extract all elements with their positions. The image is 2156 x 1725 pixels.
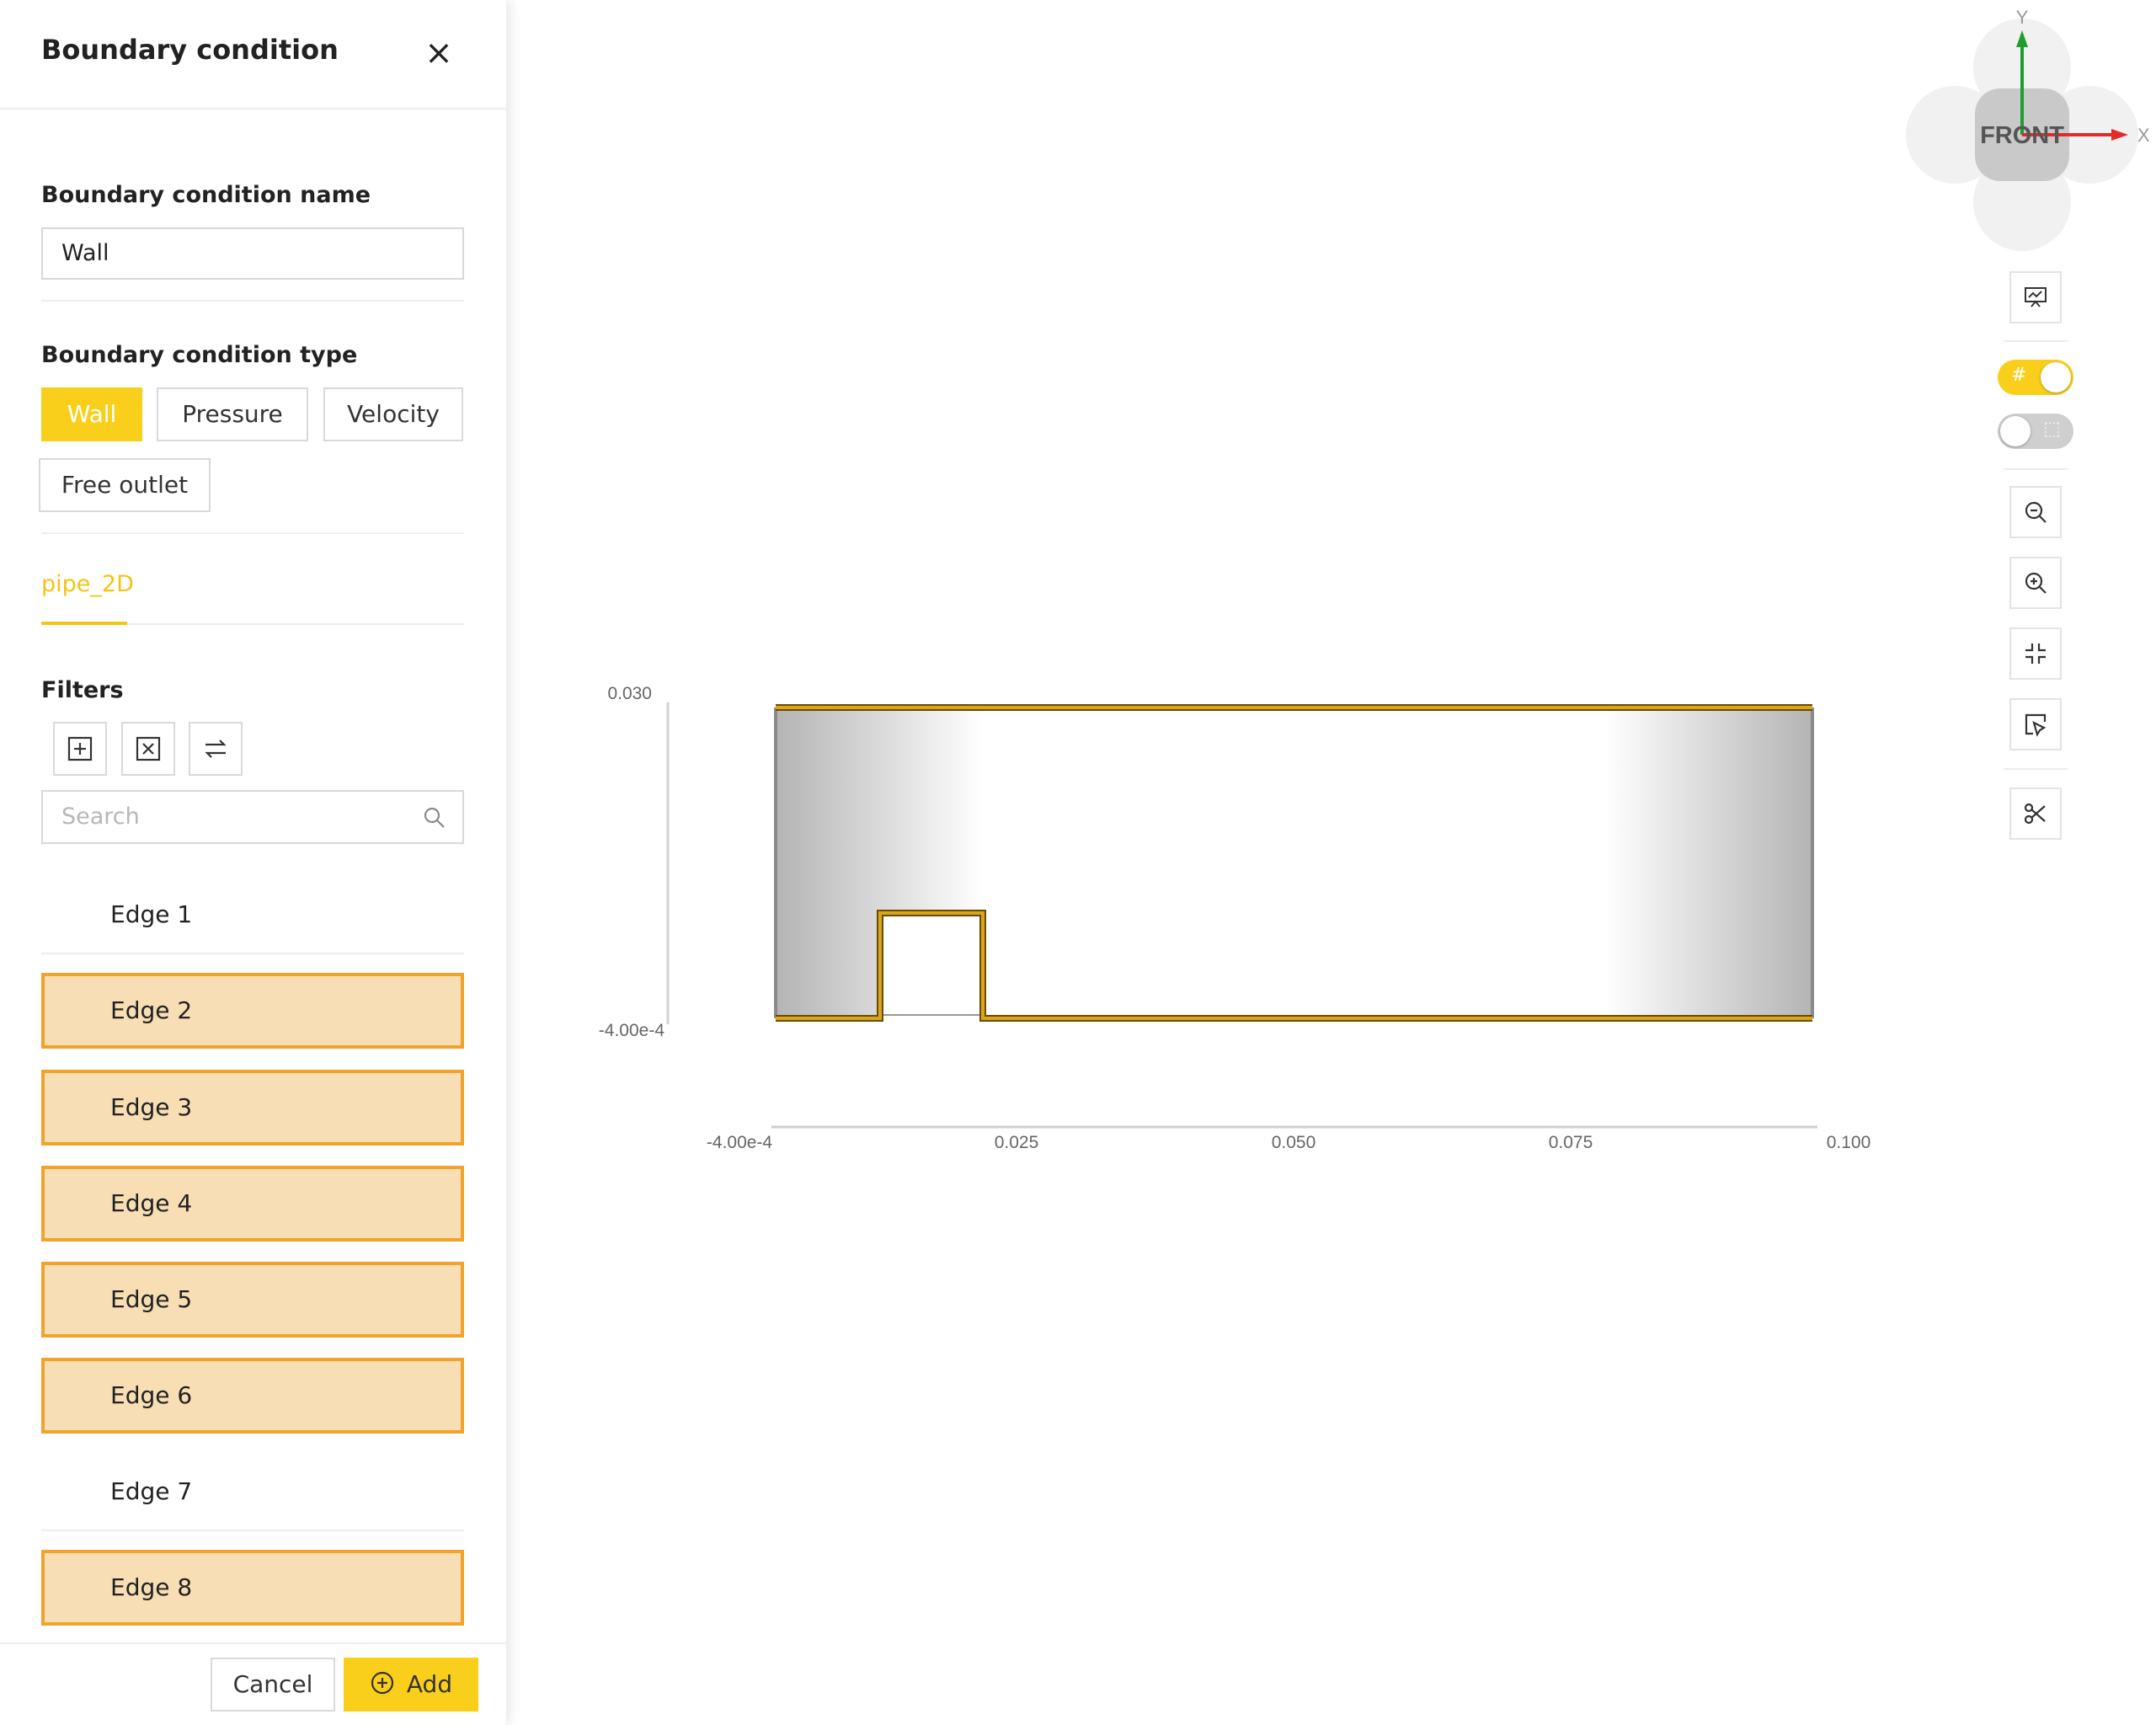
zoom-out-button[interactable] (2009, 486, 2062, 538)
outline-toggle[interactable]: ⬚ (1998, 414, 2073, 449)
close-icon[interactable]: × (421, 35, 456, 71)
view-cube[interactable]: FRONT Y X (1906, 7, 2150, 251)
divider (41, 300, 464, 302)
search-placeholder: Search (61, 804, 140, 830)
plus-circle-icon (371, 1671, 393, 1695)
type-wall-button[interactable]: Wall (41, 387, 142, 441)
edge-item-6[interactable]: Edge 6 (41, 1358, 464, 1434)
zoom-out-icon (2025, 501, 2047, 523)
x-tick-label: 0.025 (995, 1133, 1039, 1152)
footer-divider (0, 1642, 506, 1644)
x-square-icon (136, 736, 161, 761)
type-pressure-button[interactable]: Pressure (157, 387, 308, 441)
y-tick-label: 0.030 (607, 684, 652, 703)
3d-viewport[interactable]: 0.030 -4.00e-4 -4.00e-4 0.025 0.050 0.07… (506, 0, 2156, 1725)
toolbar-separator (2004, 340, 2068, 342)
select-all-button[interactable] (53, 722, 107, 776)
swap-icon (205, 740, 227, 758)
filters-label: Filters (41, 677, 124, 703)
edge-item-7[interactable]: Edge 7 (41, 1455, 464, 1531)
presentation-chart-icon (2025, 287, 2047, 307)
clip-button[interactable] (2009, 788, 2062, 840)
panel-title: Boundary condition (41, 34, 339, 66)
x-tick-label: 0.075 (1549, 1133, 1593, 1152)
type-velocity-button[interactable]: Velocity (323, 387, 463, 441)
zoom-in-icon (2025, 572, 2047, 594)
presentation-button[interactable] (2009, 271, 2062, 323)
y-tick-label: -4.00e-4 (599, 1021, 665, 1040)
boundary-condition-panel: Boundary condition × Boundary condition … (0, 0, 506, 1725)
type-label: Boundary condition type (41, 342, 358, 368)
select-cursor-icon (2025, 713, 2047, 737)
add-label: Add (406, 1670, 453, 1698)
toggle-knob (2000, 416, 2031, 446)
x-tick-label: 0.100 (1827, 1133, 1871, 1152)
x-axis-label: X (2137, 125, 2150, 146)
edge-item-4[interactable]: Edge 4 (41, 1166, 464, 1242)
edge-item-1[interactable]: Edge 1 (41, 879, 464, 954)
zoom-in-button[interactable] (2009, 557, 2062, 609)
grid-icon: # (2011, 365, 2027, 386)
panel-header: Boundary condition × (0, 0, 506, 109)
grid-toggle[interactable]: # (1998, 360, 2073, 395)
toolbar-separator (2004, 468, 2068, 470)
edge-item-3[interactable]: Edge 3 (41, 1070, 464, 1146)
outline-icon: ⬚ (2043, 419, 2061, 440)
search-icon (424, 807, 445, 828)
y-axis-label: Y (2016, 7, 2029, 28)
toolbar-separator (2004, 768, 2068, 770)
collapse-icon (2025, 644, 2046, 664)
name-label: Boundary condition name (41, 182, 371, 208)
x-tick-label: -4.00e-4 (707, 1133, 773, 1152)
tab-pipe-2d[interactable]: pipe_2D (41, 571, 134, 597)
clear-selection-button[interactable] (121, 722, 175, 776)
fit-to-view-button[interactable] (2009, 628, 2062, 680)
invert-selection-button[interactable] (189, 722, 243, 776)
view-cube-face-label: FRONT (1980, 122, 2064, 149)
edge-item-8[interactable]: Edge 8 (41, 1550, 464, 1626)
divider (41, 532, 464, 534)
pipe-geometry[interactable] (776, 708, 1812, 1018)
box-select-button[interactable] (2009, 698, 2062, 750)
scissors-icon (2024, 803, 2046, 825)
cancel-button[interactable]: Cancel (211, 1658, 335, 1712)
toggle-knob (2041, 362, 2071, 393)
type-free-outlet-button[interactable]: Free outlet (39, 458, 211, 512)
tab-active-indicator (41, 622, 127, 625)
add-button[interactable]: Add (344, 1658, 478, 1712)
name-input[interactable]: Wall (41, 227, 464, 280)
model-canvas[interactable]: 0.030 -4.00e-4 -4.00e-4 0.025 0.050 0.07… (506, 0, 2156, 1725)
search-input[interactable]: Search (41, 790, 464, 844)
x-tick-label: 0.050 (1272, 1133, 1316, 1152)
edge-item-5[interactable]: Edge 5 (41, 1262, 464, 1338)
plus-square-icon (67, 736, 93, 761)
edge-item-2[interactable]: Edge 2 (41, 973, 464, 1049)
